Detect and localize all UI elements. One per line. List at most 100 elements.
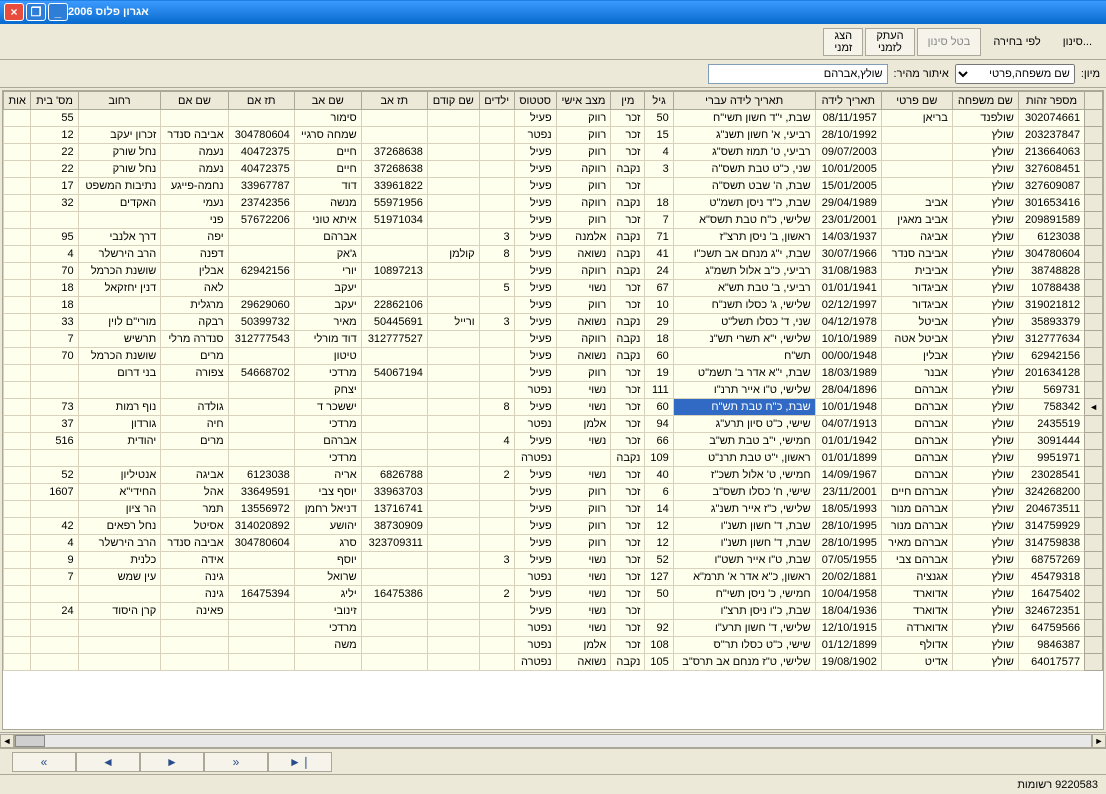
- scroll-left-icon[interactable]: ◄: [0, 734, 14, 748]
- cell[interactable]: שולפנד: [952, 110, 1018, 127]
- cell[interactable]: 68757269: [1018, 552, 1084, 569]
- cell[interactable]: [361, 229, 427, 246]
- column-header[interactable]: מס' בית: [31, 92, 78, 110]
- cell[interactable]: [228, 399, 294, 416]
- cell[interactable]: שלישי, כ"ח טבת תשס"א: [673, 212, 815, 229]
- cell[interactable]: [427, 484, 479, 501]
- cell[interactable]: [4, 331, 31, 348]
- cell[interactable]: [427, 586, 479, 603]
- row-indicator[interactable]: [1085, 365, 1103, 382]
- cell[interactable]: אדוארדה: [881, 620, 952, 637]
- cell[interactable]: שולץ: [952, 297, 1018, 314]
- cell[interactable]: דניאל רחמן: [294, 501, 361, 518]
- cell[interactable]: [479, 654, 514, 671]
- cell[interactable]: [228, 569, 294, 586]
- cell[interactable]: [427, 399, 479, 416]
- cell[interactable]: 23/11/2001: [815, 484, 881, 501]
- cell[interactable]: קרן היסוד: [78, 603, 161, 620]
- cell[interactable]: פאינה: [161, 603, 228, 620]
- cell[interactable]: חמישי, י"ב טבת תש"ב: [673, 433, 815, 450]
- cell[interactable]: דפנה: [161, 246, 228, 263]
- cell[interactable]: [361, 110, 427, 127]
- cell[interactable]: [479, 297, 514, 314]
- cell[interactable]: מרים: [161, 348, 228, 365]
- cell[interactable]: אבלין: [161, 263, 228, 280]
- cell[interactable]: [4, 501, 31, 518]
- cell[interactable]: 19: [645, 365, 673, 382]
- cell[interactable]: זכר: [611, 399, 645, 416]
- cell[interactable]: נקבה: [611, 348, 645, 365]
- cell[interactable]: נקבה: [611, 195, 645, 212]
- cell[interactable]: 7: [645, 212, 673, 229]
- cell[interactable]: [4, 569, 31, 586]
- cell[interactable]: 10788438: [1018, 280, 1084, 297]
- cell[interactable]: צפורה: [161, 365, 228, 382]
- cell[interactable]: 01/01/1899: [815, 450, 881, 467]
- cell[interactable]: [78, 620, 161, 637]
- cell[interactable]: נחל שורק: [78, 161, 161, 178]
- cell[interactable]: 9: [31, 552, 78, 569]
- cell[interactable]: 55: [31, 110, 78, 127]
- cell[interactable]: החידי"א: [78, 484, 161, 501]
- cell[interactable]: רווק: [556, 178, 611, 195]
- cell[interactable]: [427, 603, 479, 620]
- cell[interactable]: 2: [479, 586, 514, 603]
- cell[interactable]: פעיל: [514, 535, 556, 552]
- cell[interactable]: 8: [479, 246, 514, 263]
- cell[interactable]: זכר: [611, 518, 645, 535]
- cell[interactable]: [4, 263, 31, 280]
- cell[interactable]: שבת, כ"ד ניסן תשמ"ט: [673, 195, 815, 212]
- cell[interactable]: רווק: [556, 127, 611, 144]
- cell[interactable]: [4, 637, 31, 654]
- cell[interactable]: נשוי: [556, 586, 611, 603]
- column-header[interactable]: ילדים: [479, 92, 514, 110]
- cell[interactable]: [881, 178, 952, 195]
- cell[interactable]: אלמן: [556, 416, 611, 433]
- show-temp-button[interactable]: הצג זמני: [823, 28, 863, 56]
- cell[interactable]: שולץ: [952, 348, 1018, 365]
- cell[interactable]: 42: [31, 518, 78, 535]
- cell[interactable]: 33963703: [361, 484, 427, 501]
- cell[interactable]: נקבה: [611, 450, 645, 467]
- cell[interactable]: 8: [479, 399, 514, 416]
- cell[interactable]: שני, כ"ט טבת תשס"ה: [673, 161, 815, 178]
- cell[interactable]: תמר: [161, 501, 228, 518]
- row-indicator[interactable]: [1085, 552, 1103, 569]
- cell[interactable]: 41: [645, 246, 673, 263]
- cell[interactable]: [427, 433, 479, 450]
- cell[interactable]: [881, 161, 952, 178]
- cell[interactable]: 52: [645, 552, 673, 569]
- table-row[interactable]: 203237847שולץ28/10/1992רביעי, א' חשון תש…: [4, 127, 1103, 144]
- cell[interactable]: 57672206: [228, 212, 294, 229]
- cell[interactable]: [4, 399, 31, 416]
- cell[interactable]: ראשון, י"ט טבת תרנ"ט: [673, 450, 815, 467]
- cell[interactable]: שולץ: [952, 433, 1018, 450]
- cell[interactable]: [78, 212, 161, 229]
- cell[interactable]: שולץ: [952, 518, 1018, 535]
- cell[interactable]: זכר: [611, 110, 645, 127]
- cell[interactable]: [78, 110, 161, 127]
- data-grid[interactable]: מספר זהותשם משפחהשם פרטיתאריך לידהתאריך …: [2, 90, 1104, 730]
- cell[interactable]: שולץ: [952, 314, 1018, 331]
- cell[interactable]: 4: [645, 144, 673, 161]
- cell[interactable]: 302074661: [1018, 110, 1084, 127]
- cell[interactable]: 24: [645, 263, 673, 280]
- table-row[interactable]: 324672351שולץאדוארד18/04/1936שבת, כ"ו ני…: [4, 603, 1103, 620]
- cell[interactable]: [4, 161, 31, 178]
- cell[interactable]: אדיט: [881, 654, 952, 671]
- cell[interactable]: פעיל: [514, 399, 556, 416]
- cell[interactable]: 324672351: [1018, 603, 1084, 620]
- cell[interactable]: [479, 161, 514, 178]
- cell[interactable]: רביעי, ב' טבת תש"א: [673, 280, 815, 297]
- cell[interactable]: 08/11/1957: [815, 110, 881, 127]
- table-row[interactable]: 209891589שולץאביב מאגין23/01/2001שלישי, …: [4, 212, 1103, 229]
- cell[interactable]: [228, 654, 294, 671]
- cell[interactable]: 201634128: [1018, 365, 1084, 382]
- cell[interactable]: [881, 127, 952, 144]
- row-indicator[interactable]: [1085, 127, 1103, 144]
- cell[interactable]: שולץ: [952, 569, 1018, 586]
- cell[interactable]: [479, 416, 514, 433]
- cell[interactable]: אידה: [161, 552, 228, 569]
- cell[interactable]: אברהם: [881, 450, 952, 467]
- cell[interactable]: [78, 654, 161, 671]
